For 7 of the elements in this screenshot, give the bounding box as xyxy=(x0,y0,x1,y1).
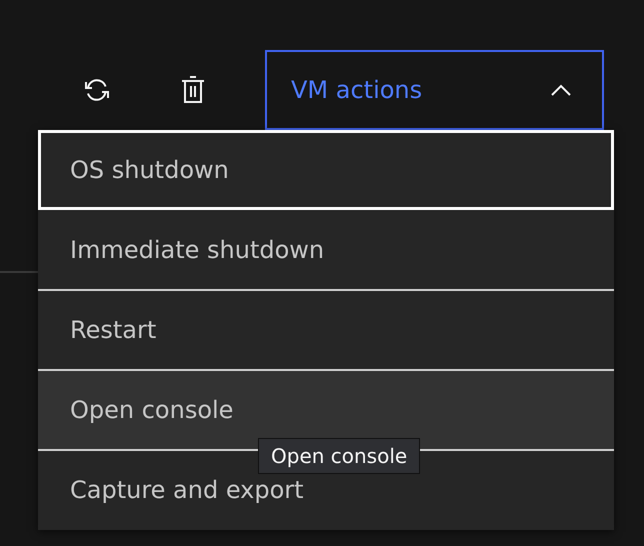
menu-item[interactable]: Restart xyxy=(38,290,614,370)
refresh-icon xyxy=(84,76,110,104)
menu-item[interactable]: OS shutdown xyxy=(38,130,614,210)
vm-actions-dropdown[interactable]: VM actions xyxy=(265,50,604,130)
trash-icon xyxy=(181,76,205,104)
tooltip: Open console xyxy=(258,438,420,474)
menu-item[interactable]: Immediate shutdown xyxy=(38,210,614,290)
